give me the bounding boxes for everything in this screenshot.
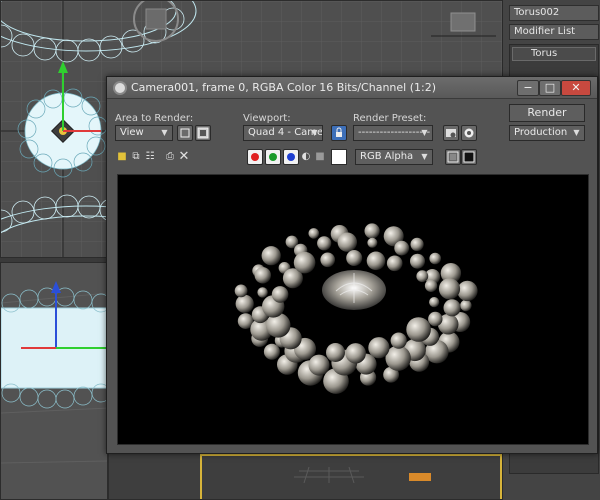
copy-image-icon[interactable]: ⧉ <box>129 150 143 164</box>
auto-region-icon <box>197 127 209 139</box>
rendered-sphere <box>308 354 330 376</box>
rendered-sphere <box>271 286 289 303</box>
toggle-ui-overlay-button[interactable] <box>445 149 461 165</box>
display-icon <box>463 151 475 163</box>
rendered-sphere <box>308 228 320 239</box>
rendered-sphere <box>337 232 357 252</box>
green-channel-icon <box>269 153 277 161</box>
edit-region-button[interactable] <box>177 125 193 141</box>
rendered-sphere <box>457 280 478 302</box>
save-image-icon[interactable]: ■ <box>115 150 129 164</box>
clear-icon[interactable]: ✕ <box>177 150 191 164</box>
channel-display-value: RGB Alpha <box>360 151 414 162</box>
rendered-sphere <box>429 252 442 265</box>
app-icon <box>113 81 127 95</box>
rendered-sphere <box>394 240 410 256</box>
render-frame-window: Camera001, frame 0, RGBA Color 16 Bits/C… <box>106 76 598 454</box>
environment-button[interactable] <box>461 125 477 141</box>
rendered-sphere <box>234 284 248 298</box>
object-name-field[interactable]: Torus002 <box>509 5 599 21</box>
auto-region-button[interactable] <box>195 125 211 141</box>
rendered-sphere <box>345 343 366 364</box>
window-title: Camera001, frame 0, RGBA Color 16 Bits/C… <box>131 81 437 94</box>
rendered-sphere <box>406 317 431 342</box>
area-to-render-label: Area to Render: <box>115 113 194 124</box>
close-button[interactable]: ✕ <box>561 80 591 96</box>
rendered-torus-spheres <box>118 175 588 444</box>
chevron-down-icon: ▼ <box>161 128 168 137</box>
area-to-render-value: View <box>120 127 144 138</box>
rendered-sphere <box>390 332 407 349</box>
title-bar[interactable]: Camera001, frame 0, RGBA Color 16 Bits/C… <box>107 77 597 99</box>
rendered-sphere <box>367 237 378 248</box>
maximize-button[interactable]: □ <box>539 80 561 96</box>
render-setup-icon <box>446 129 456 138</box>
lock-viewport-button[interactable] <box>331 125 347 141</box>
red-channel-icon <box>251 153 259 161</box>
rendered-image <box>117 174 589 445</box>
rendered-sphere <box>364 223 380 239</box>
toggle-ui-button[interactable] <box>461 149 477 165</box>
rendered-sphere <box>443 299 461 317</box>
rendered-sphere <box>263 343 280 360</box>
rendered-sphere <box>293 251 316 274</box>
rendered-sphere <box>410 237 424 251</box>
bottom-viewport[interactable] <box>108 448 510 500</box>
rendered-sphere <box>428 311 443 327</box>
viewport-label: Viewport: <box>243 113 291 124</box>
green-channel-toggle[interactable] <box>265 149 281 165</box>
rendered-sphere <box>424 279 438 292</box>
rendered-sphere <box>410 253 425 269</box>
rendered-sphere <box>261 246 281 266</box>
render-preset-label: Render Preset: <box>353 113 427 124</box>
rendered-sphere <box>320 252 335 268</box>
chevron-down-icon: ▼ <box>421 128 428 137</box>
blue-channel-icon <box>287 153 295 161</box>
channel-display-dropdown[interactable]: RGB Alpha ▼ <box>355 149 433 165</box>
rendered-sphere <box>326 343 345 362</box>
edit-region-icon <box>180 128 190 138</box>
rendered-sphere <box>254 267 271 284</box>
production-dropdown[interactable]: Production ▼ <box>509 125 585 141</box>
rendered-sphere <box>460 299 472 312</box>
render-button[interactable]: Render <box>509 104 585 122</box>
rendered-sphere <box>386 255 403 272</box>
rendered-sphere <box>257 287 268 298</box>
viewport-dropdown[interactable]: Quad 4 - Camera0 ▼ <box>243 125 323 141</box>
rendered-sphere <box>416 270 429 283</box>
chevron-down-icon: ▼ <box>573 128 580 137</box>
perspective-viewport[interactable] <box>0 262 108 500</box>
red-channel-toggle[interactable] <box>247 149 263 165</box>
rendered-sphere <box>366 251 386 271</box>
chevron-down-icon: ▼ <box>311 128 318 137</box>
monochrome-icon[interactable]: ■ <box>313 150 327 164</box>
bottom-viewport-grid <box>109 449 509 499</box>
production-value: Production <box>514 127 568 138</box>
color-swatch[interactable] <box>331 149 347 165</box>
render-setup-button[interactable] <box>443 125 459 141</box>
teapot-icon <box>464 128 474 138</box>
alpha-channel-icon[interactable]: ◐ <box>299 150 313 164</box>
modifier-stack-item-torus[interactable]: Torus <box>512 47 596 61</box>
rendered-sphere <box>235 294 254 313</box>
rendered-sphere <box>317 236 332 251</box>
rendered-sphere <box>368 337 390 359</box>
minimize-button[interactable]: − <box>517 80 539 96</box>
render-preset-dropdown[interactable]: -------------------- ▼ <box>353 125 433 141</box>
perspective-viewport-wireframe <box>1 263 107 499</box>
overlay-icon <box>447 151 459 163</box>
modifier-list-dropdown[interactable]: Modifier List <box>509 24 599 40</box>
lock-icon <box>336 127 342 137</box>
area-to-render-dropdown[interactable]: View ▼ <box>115 125 173 141</box>
chevron-down-icon: ▼ <box>421 152 428 161</box>
rendered-sphere <box>429 297 440 308</box>
print-icon[interactable]: ⎙ <box>163 150 177 164</box>
rendered-sphere <box>346 250 363 266</box>
clone-window-icon[interactable]: ☷ <box>143 150 157 164</box>
blue-channel-toggle[interactable] <box>283 149 299 165</box>
rendered-sphere <box>438 278 461 300</box>
